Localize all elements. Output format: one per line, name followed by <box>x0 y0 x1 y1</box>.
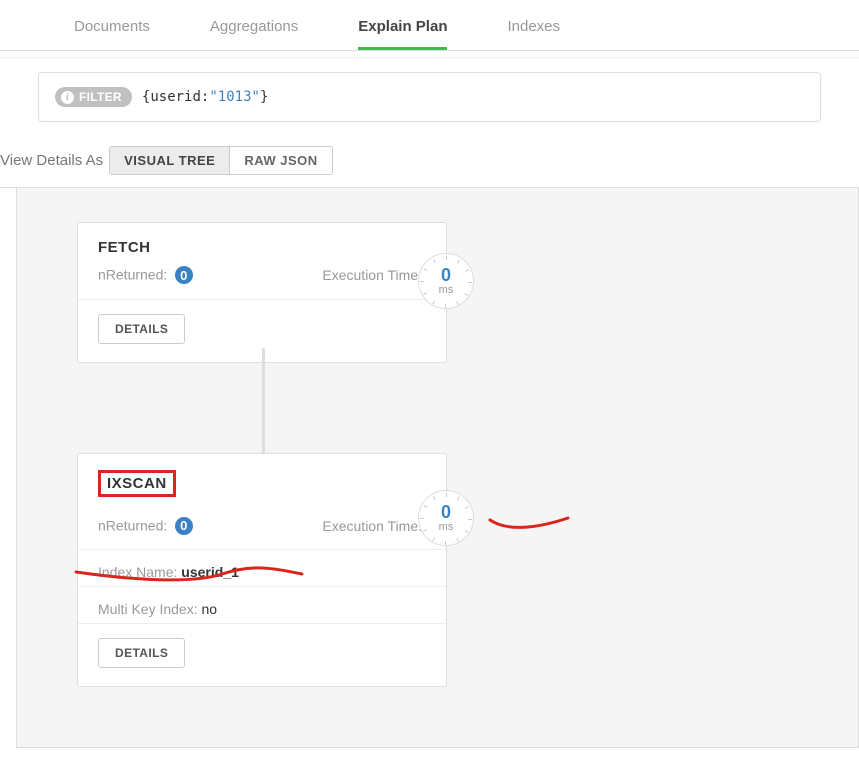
clock-ticks-icon <box>419 254 473 308</box>
stage-fetch-card: FETCH nReturned: 0 Execution Time: <box>77 222 447 363</box>
divider <box>78 623 446 624</box>
stage-ixscan-card: IXSCAN nReturned: 0 Execution Time: <box>77 453 447 688</box>
stage-fetch-title: FETCH <box>98 239 426 256</box>
divider <box>78 299 446 300</box>
plan-area: FETCH nReturned: 0 Execution Time: <box>16 188 859 748</box>
ixscan-nreturned-value: 0 <box>175 517 193 535</box>
index-name-label: Index Name: <box>98 564 177 580</box>
multikey-value: no <box>202 601 218 617</box>
fetch-nreturned-value: 0 <box>175 266 193 284</box>
fetch-exec-time-clock: 0 ms <box>418 253 474 309</box>
tab-documents[interactable]: Documents <box>74 0 150 50</box>
divider <box>0 57 859 58</box>
tab-indexes[interactable]: Indexes <box>507 0 560 50</box>
tab-explain-plan[interactable]: Explain Plan <box>358 0 447 50</box>
divider <box>78 586 446 587</box>
fetch-details-button[interactable]: DETAILS <box>98 314 185 344</box>
info-icon: i <box>61 91 74 104</box>
filter-badge: i FILTER <box>55 87 132 107</box>
filter-badge-label: FILTER <box>79 90 122 104</box>
ixscan-exec-label: Execution Time: <box>322 518 422 534</box>
divider <box>78 549 446 550</box>
ixscan-multikey-row: Multi Key Index: no <box>98 601 426 617</box>
fetch-nreturned-label: nReturned: <box>98 267 167 283</box>
clock-ticks-icon <box>419 491 473 545</box>
stage-connector <box>262 348 265 468</box>
toggle-raw-json[interactable]: RAW JSON <box>229 147 331 174</box>
tab-aggregations[interactable]: Aggregations <box>210 0 298 50</box>
index-name-value: userid_1 <box>181 564 239 580</box>
annotation-underline-icon <box>488 514 578 534</box>
view-row: View Details As VISUAL TREE RAW JSON <box>0 134 859 188</box>
tabs-bar: Documents Aggregations Explain Plan Inde… <box>0 0 859 51</box>
fetch-exec-label: Execution Time: <box>322 267 422 283</box>
stage-ixscan-title: IXSCAN <box>98 470 176 497</box>
ixscan-details-button[interactable]: DETAILS <box>98 638 185 668</box>
filter-bar[interactable]: i FILTER {userid:"1013"} <box>38 72 821 122</box>
ixscan-exec-time-clock: 0 ms <box>418 490 474 546</box>
toggle-visual-tree[interactable]: VISUAL TREE <box>110 147 229 174</box>
view-label: View Details As <box>0 152 103 169</box>
view-toggle-group: VISUAL TREE RAW JSON <box>109 146 333 175</box>
multikey-label: Multi Key Index: <box>98 601 198 617</box>
filter-query[interactable]: {userid:"1013"} <box>142 89 268 105</box>
ixscan-index-name-row: Index Name: userid_1 <box>98 564 426 580</box>
ixscan-nreturned-label: nReturned: <box>98 517 167 533</box>
